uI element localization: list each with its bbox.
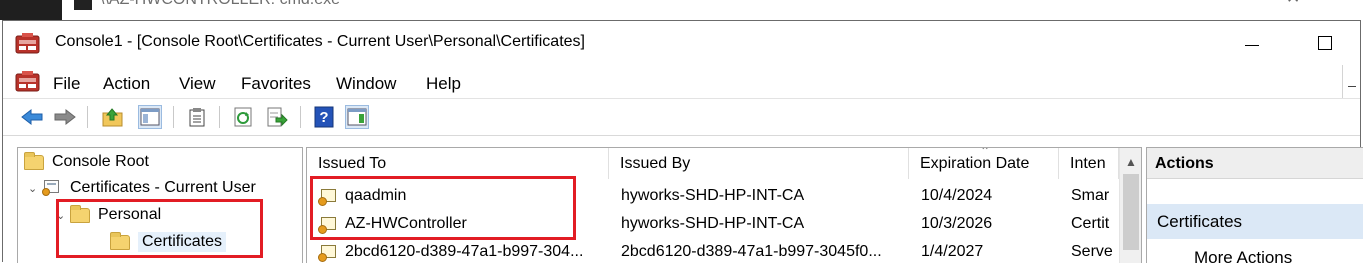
properties-icon[interactable]	[185, 105, 209, 129]
background-dark-strip	[0, 0, 62, 20]
certificate-icon	[318, 244, 338, 263]
help-icon[interactable]: ?	[312, 105, 336, 129]
scroll-up-icon[interactable]: ▲	[1125, 155, 1137, 169]
menu-favorites[interactable]: Favorites	[241, 74, 311, 94]
background-close-icon[interactable]: ✕	[1286, 0, 1300, 8]
refresh-icon[interactable]	[231, 105, 255, 129]
menu-file[interactable]: File	[53, 74, 80, 94]
vertical-scrollbar[interactable]: ▲	[1119, 148, 1141, 263]
cell-intended: Serve	[1071, 243, 1113, 260]
menu-action[interactable]: Action	[103, 74, 150, 94]
tree-item-label: Console Root	[52, 153, 149, 170]
cell-expiration: 10/4/2024	[921, 187, 993, 204]
svg-text:?: ?	[319, 109, 328, 126]
folder-icon	[24, 151, 44, 170]
cell-expiration: 10/3/2026	[921, 215, 993, 232]
console-menu-icon[interactable]	[15, 71, 41, 93]
tree-item-console-root[interactable]: Console Root	[24, 150, 149, 174]
title-bar: Console1 - [Console Root\Certificates - …	[3, 21, 1360, 65]
back-arrow-icon[interactable]	[20, 105, 44, 129]
forward-arrow-icon[interactable]	[53, 105, 77, 129]
actions-header: Actions	[1147, 148, 1363, 179]
background-window-title: \\AZ-HWCONTROLLER: cmd.exe	[100, 0, 340, 9]
cell-issued-by: hyworks-SHD-HP-INT-CA	[621, 215, 805, 232]
menu-minimize-child-button[interactable]	[1342, 65, 1361, 98]
tree-item-label: Certificates - Current User	[70, 179, 256, 196]
show-action-pane-icon[interactable]	[345, 105, 369, 129]
console-icon	[15, 33, 40, 54]
cmd-icon	[74, 0, 92, 10]
table-row[interactable]: 2bcd6120-d389-47a1-b997-304... 2bcd6120-…	[307, 239, 1119, 263]
menu-help[interactable]: Help	[426, 74, 461, 94]
window-title: Console1 - [Console Root\Certificates - …	[55, 33, 585, 50]
cell-intended: Certit	[1071, 215, 1110, 232]
menu-view[interactable]: View	[179, 74, 216, 94]
up-folder-icon[interactable]	[101, 105, 125, 129]
actions-header-label: Actions	[1155, 155, 1214, 172]
certificate-store-icon	[42, 179, 62, 197]
show-hide-tree-icon[interactable]	[138, 105, 162, 129]
cell-expiration: 1/4/2027	[921, 243, 984, 260]
more-actions-link[interactable]: More Actions	[1194, 248, 1292, 268]
highlight-box-personal-certificates	[56, 199, 263, 258]
maximize-button[interactable]	[1318, 36, 1332, 50]
menu-bar: File Action View Favorites Window Help	[3, 65, 1360, 98]
menu-window[interactable]: Window	[336, 74, 396, 94]
tree-item-certificates-current-user[interactable]: ⌄ Certificates - Current User	[28, 176, 256, 200]
chevron-down-icon[interactable]: ⌄	[28, 182, 42, 195]
cell-issued-by: hyworks-SHD-HP-INT-CA	[621, 187, 805, 204]
actions-pane: Actions Certificates More Actions	[1146, 147, 1363, 267]
toolbar: ?	[3, 98, 1360, 136]
sort-ascending-icon: ⌃	[980, 147, 991, 158]
scrollbar-thumb[interactable]	[1123, 174, 1139, 250]
background-cmd-window: \\AZ-HWCONTROLLER: cmd.exe ✕	[0, 0, 1363, 20]
cell-issued-to: 2bcd6120-d389-47a1-b997-304...	[345, 243, 584, 260]
column-issued-to[interactable]: Issued To	[307, 148, 609, 179]
column-intended-purposes[interactable]: Inten	[1059, 148, 1119, 179]
actions-group-certificates[interactable]: Certificates	[1147, 204, 1363, 239]
cell-intended: Smar	[1071, 187, 1110, 204]
minimize-button[interactable]	[1245, 45, 1259, 46]
cell-issued-by: 2bcd6120-d389-47a1-b997-3045f0...	[621, 243, 882, 260]
column-issued-by[interactable]: Issued By	[609, 148, 909, 179]
highlight-box-issued-certificates	[310, 176, 576, 240]
actions-group-label: Certificates	[1157, 212, 1243, 231]
export-list-icon[interactable]	[265, 105, 289, 129]
